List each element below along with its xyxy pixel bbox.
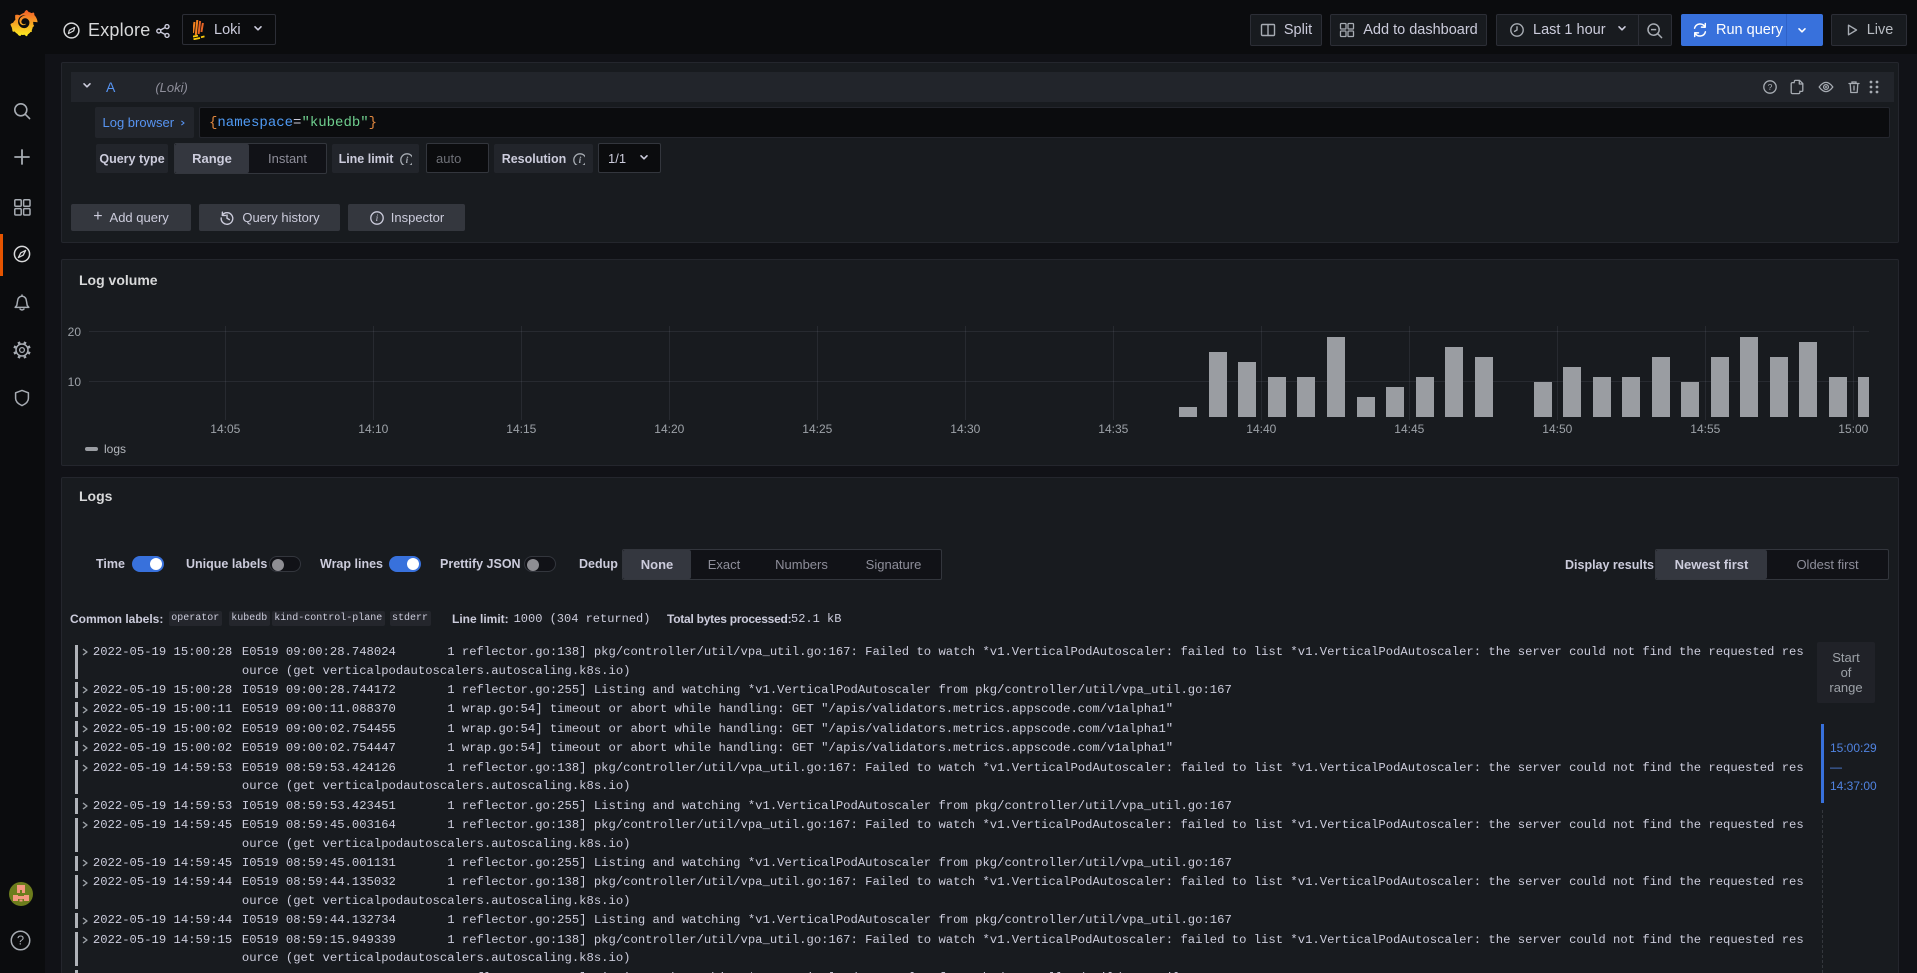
svg-text:i: i (375, 214, 378, 224)
svg-text:i: i (406, 156, 409, 165)
svg-text:i: i (579, 156, 582, 165)
svg-text:?: ? (1768, 82, 1773, 92)
svg-text:?: ? (17, 933, 24, 948)
